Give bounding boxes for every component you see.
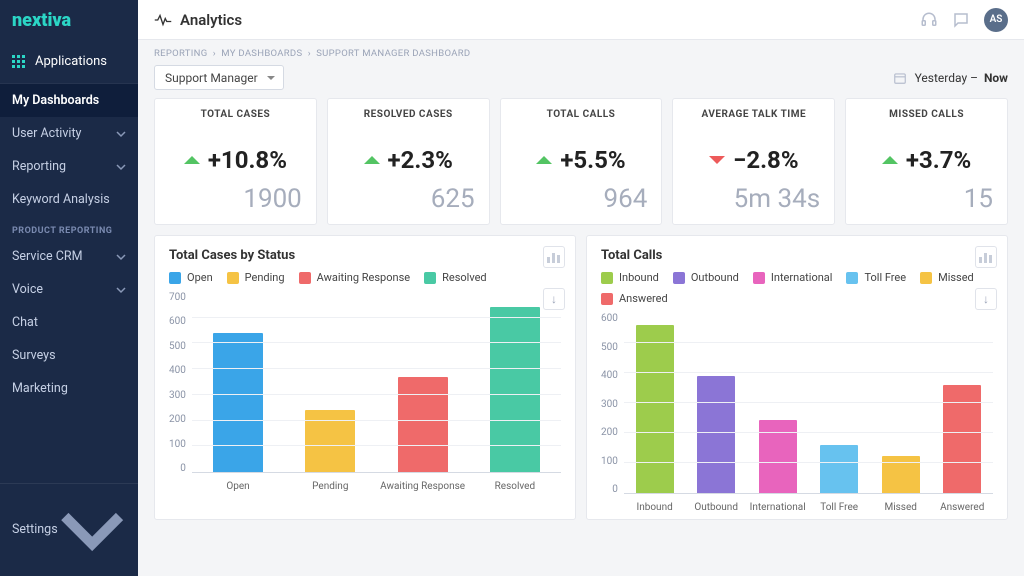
bar[interactable] [820, 445, 858, 493]
legend-item[interactable]: Outbound [673, 271, 739, 284]
sidebar-item-reporting[interactable]: Reporting [0, 150, 138, 183]
chart-body: 7006005004003002001000 OpenPendingAwaiti… [169, 292, 561, 492]
sidebar-item-chat[interactable]: Chat [0, 306, 138, 339]
chart-card-cases: ↓ Total Cases by Status OpenPendingAwait… [154, 235, 576, 520]
kpi-card[interactable]: AVERAGE TALK TIME −2.8% 5m 34s [672, 98, 835, 225]
apps-grid-icon [12, 55, 25, 68]
product-reporting-label: PRODUCT REPORTING [0, 216, 138, 240]
legend-item[interactable]: Answered [601, 292, 668, 305]
date-range-picker[interactable]: Yesterday – Now [893, 71, 1008, 85]
kpi-label: AVERAGE TALK TIME [687, 109, 820, 120]
kpi-change: +3.7% [906, 146, 971, 174]
bar[interactable] [213, 333, 263, 472]
sidebar-item-keyword-analysis[interactable]: Keyword Analysis [0, 183, 138, 216]
trend-down-icon [709, 156, 725, 164]
sidebar-settings[interactable]: Settings [0, 483, 138, 576]
kpi-card[interactable]: MISSED CALLS +3.7% 15 [845, 98, 1008, 225]
sidebar-nav: My DashboardsUser ActivityReportingKeywo… [0, 84, 138, 483]
kpi-change: +2.3% [388, 146, 453, 174]
kpi-value: 625 [342, 184, 475, 214]
bar[interactable] [398, 377, 448, 472]
legend-item[interactable]: Open [169, 271, 213, 284]
headset-icon[interactable] [920, 11, 938, 29]
legend-item[interactable]: Missed [920, 271, 974, 284]
chart-title: Total Cases by Status [169, 248, 561, 263]
kpi-change: −2.8% [733, 146, 799, 174]
chat-icon[interactable] [952, 11, 970, 29]
sidebar-item-marketing[interactable]: Marketing [0, 372, 138, 405]
chart-plot [192, 292, 561, 473]
toolbar: Support Manager Yesterday – Now [138, 65, 1024, 98]
kpi-card[interactable]: RESOLVED CASES +2.3% 625 [327, 98, 490, 225]
x-axis: InboundOutboundInternationalToll FreeMis… [624, 494, 993, 513]
kpi-label: TOTAL CALLS [515, 109, 648, 120]
applications-menu[interactable]: Applications [0, 40, 138, 84]
bar[interactable] [490, 307, 540, 472]
charts-row: ↓ Total Cases by Status Open Pending Await… [138, 225, 1024, 520]
bar[interactable] [636, 325, 674, 493]
kpi-row: TOTAL CASES +10.8% 1900 RESOLVED CASES +2.3%… [138, 98, 1024, 225]
kpi-card[interactable]: TOTAL CASES +10.8% 1900 [154, 98, 317, 225]
chart-card-calls: ↓ Total Calls Inbound Outbound Internation… [586, 235, 1008, 520]
legend-item[interactable]: Inbound [601, 271, 659, 284]
main-area: Analytics AS REPORTING › MY DASHBOARDS ›… [138, 0, 1024, 576]
chart-legend: Inbound Outbound International Toll Free Mis… [601, 271, 993, 305]
trend-up-icon [364, 156, 380, 164]
topbar: Analytics AS [138, 0, 1024, 40]
kpi-card[interactable]: TOTAL CALLS +5.5% 964 [500, 98, 663, 225]
bar[interactable] [759, 420, 797, 494]
user-avatar[interactable]: AS [984, 8, 1008, 32]
chart-body: 6005004003002001000 InboundOutboundInter… [601, 313, 993, 513]
kpi-label: MISSED CALLS [860, 109, 993, 120]
chart-type-icon[interactable] [543, 246, 565, 268]
page-title-wrap: Analytics [154, 11, 242, 29]
dashboard-select[interactable]: Support Manager [154, 65, 284, 90]
bar[interactable] [697, 376, 735, 493]
trend-up-icon [882, 156, 898, 164]
y-axis: 6005004003002001000 [601, 313, 624, 513]
kpi-value: 1900 [169, 184, 302, 214]
brand-logo[interactable]: nextiva [0, 0, 138, 40]
y-axis: 7006005004003002001000 [169, 292, 192, 492]
chevron-down-icon [58, 496, 126, 564]
kpi-change: +10.8% [208, 146, 287, 174]
download-icon[interactable]: ↓ [975, 288, 997, 310]
kpi-value: 964 [515, 184, 648, 214]
legend-item[interactable]: International [753, 271, 833, 284]
kpi-value: 5m 34s [687, 184, 820, 214]
legend-item[interactable]: Toll Free [846, 271, 906, 284]
trend-up-icon [536, 156, 552, 164]
trend-up-icon [184, 156, 200, 164]
sidebar-item-surveys[interactable]: Surveys [0, 339, 138, 372]
settings-label: Settings [12, 522, 58, 537]
chart-type-icon[interactable] [975, 246, 997, 268]
kpi-value: 15 [860, 184, 993, 214]
kpi-label: RESOLVED CASES [342, 109, 475, 120]
kpi-label: TOTAL CASES [169, 109, 302, 120]
sidebar-item-service-crm[interactable]: Service CRM [0, 240, 138, 273]
analytics-icon [154, 13, 172, 27]
sidebar-item-voice[interactable]: Voice [0, 273, 138, 306]
chart-plot [624, 313, 993, 494]
calendar-icon [893, 71, 907, 85]
sidebar-item-user-activity[interactable]: User Activity [0, 117, 138, 150]
sidebar-item-my-dashboards[interactable]: My Dashboards [0, 84, 138, 117]
chart-legend: Open Pending Awaiting Response Resolved [169, 271, 561, 284]
kpi-change: +5.5% [560, 146, 625, 174]
page-title: Analytics [180, 11, 242, 29]
sidebar: nextiva Applications My DashboardsUser A… [0, 0, 138, 576]
x-axis: OpenPendingAwaiting ResponseResolved [192, 473, 561, 492]
legend-item[interactable]: Resolved [424, 271, 487, 284]
chart-title: Total Calls [601, 248, 993, 263]
legend-item[interactable]: Awaiting Response [299, 271, 411, 284]
legend-item[interactable]: Pending [227, 271, 285, 284]
applications-label: Applications [35, 54, 107, 69]
breadcrumb: REPORTING › MY DASHBOARDS › SUPPORT MANA… [138, 40, 1024, 65]
